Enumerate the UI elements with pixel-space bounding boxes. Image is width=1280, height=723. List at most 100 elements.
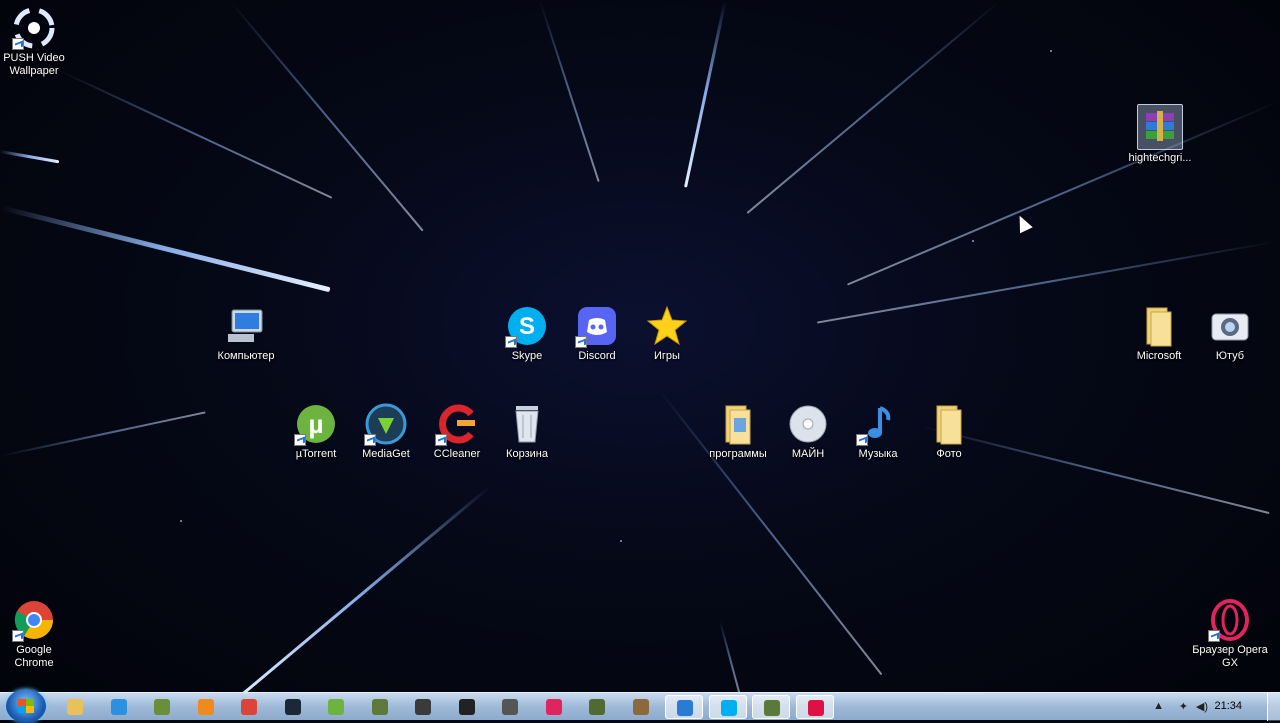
paint-icon	[807, 700, 824, 716]
taskbar-app-minecraft-4[interactable]	[622, 695, 660, 719]
tray-expand-icon[interactable]: ▲	[1153, 700, 1164, 712]
taskbar-app-minecraft-2[interactable]	[361, 695, 399, 719]
desktop-icon-opera-gx[interactable]: Браузер Opera GX	[1192, 598, 1268, 670]
recycle-bin-icon	[505, 402, 549, 446]
wallpaper-streak	[0, 150, 60, 164]
wallpaper-streak	[0, 205, 331, 293]
shortcut-arrow-icon	[294, 434, 306, 446]
folder-icon	[67, 699, 83, 715]
chrome-icon	[241, 699, 257, 715]
ccleaner-icon	[435, 402, 479, 446]
desktop-icon-hightechgrid[interactable]: hightechgri...	[1122, 104, 1198, 165]
cs-icon	[415, 699, 431, 715]
desktop-icon-label: МАЙН	[791, 448, 825, 460]
utorrent-icon: µ	[294, 402, 338, 446]
desktop-icon-label: программы	[709, 448, 767, 460]
desktop-icon-label: MediaGet	[362, 448, 410, 460]
folder-icon	[927, 402, 971, 446]
shortcut-arrow-icon	[575, 336, 587, 348]
desktop-icon-label: Ютуб	[1215, 350, 1245, 362]
desktop-icon-label: Google Chrome	[14, 644, 54, 669]
taskbar-app-minecraft[interactable]	[143, 695, 181, 719]
shortcut-arrow-icon	[856, 434, 868, 446]
wallpaper-star	[620, 540, 622, 542]
folder-icon	[716, 402, 760, 446]
desktop-icon-main[interactable]: МАЙН	[770, 402, 846, 461]
desktop-icon-label: Игры	[654, 350, 680, 362]
music-icon	[856, 402, 900, 446]
clock[interactable]: 21:34	[1214, 700, 1242, 712]
desktop-icon-google-chrome[interactable]: Google Chrome	[0, 598, 72, 670]
taskbar-app-steam[interactable]	[274, 695, 312, 719]
taskbar-app-media-player[interactable]	[187, 695, 225, 719]
desktop-icon-ccleaner[interactable]: CCleaner	[419, 402, 495, 461]
desktop-icon-mediaget[interactable]: MediaGet	[348, 402, 424, 461]
camera-icon	[1208, 304, 1252, 348]
desktop-icon-youtube[interactable]: Ютуб	[1192, 304, 1268, 363]
block-icon	[632, 699, 649, 715]
desktop-icon-label: µTorrent	[295, 448, 337, 460]
calculator-icon	[502, 699, 518, 715]
desktop-icon-utorrent[interactable]: µ µTorrent	[278, 402, 354, 461]
discord-icon	[575, 304, 619, 348]
desktop: PUSH Video Wallpaper hightechgri... Комп…	[0, 0, 1280, 692]
wallpaper-streak	[846, 100, 1280, 286]
desktop-icon-recycle-bin[interactable]: Корзина	[489, 402, 565, 461]
taskbar-app-internet-explorer[interactable]	[100, 695, 138, 719]
taskbar-app-chrome[interactable]	[230, 695, 268, 719]
taskbar-app-utorrent[interactable]	[317, 695, 355, 719]
wallpaper-star	[1050, 50, 1052, 52]
folder-icon	[1137, 304, 1181, 348]
mouse-cursor-icon	[1013, 212, 1033, 234]
shortcut-arrow-icon	[12, 630, 24, 642]
desktop-icon-skype[interactable]: S Skype	[489, 304, 565, 363]
mediaget-icon	[364, 402, 408, 446]
svg-text:µ: µ	[309, 409, 324, 439]
chess-icon	[458, 699, 475, 715]
taskbar-app-cs[interactable]	[404, 695, 442, 719]
shortcut-arrow-icon	[12, 38, 24, 50]
taskbar-app-app-blue[interactable]	[665, 695, 703, 719]
desktop-icon-push-video-wallpaper[interactable]: PUSH Video Wallpaper	[0, 6, 72, 78]
taskbar-app-skype[interactable]	[708, 695, 747, 719]
desktop-icon-computer[interactable]: Компьютер	[208, 304, 284, 363]
volume-icon[interactable]: ◀)	[1196, 700, 1208, 713]
desktop-icon-label: Компьютер	[217, 350, 275, 362]
show-desktop-button[interactable]	[1267, 693, 1280, 721]
taskbar-app-game[interactable]	[448, 695, 486, 719]
network-icon[interactable]: ✦	[1179, 700, 1188, 713]
push-video-icon	[12, 6, 56, 50]
taskbar-app-minecraft-3[interactable]	[578, 695, 616, 719]
wallpaper-streak	[746, 0, 1001, 214]
skype-icon: S	[505, 304, 549, 348]
desktop-icon-programs[interactable]: программы	[700, 402, 776, 461]
star-icon	[645, 304, 689, 348]
wallpaper-streak	[719, 620, 742, 692]
utorrent-icon	[328, 699, 344, 715]
windows-logo-icon	[18, 699, 34, 713]
taskbar-app-calculator[interactable]	[491, 695, 529, 719]
svg-text:S: S	[519, 313, 535, 340]
desktop-icon-discord[interactable]: Discord	[559, 304, 635, 363]
shortcut-arrow-icon	[364, 434, 376, 446]
desktop-icon-label: hightechgri...	[1128, 152, 1192, 164]
chrome-icon	[12, 598, 56, 642]
opera-icon	[1208, 598, 1252, 642]
taskbar-app-paint[interactable]	[795, 695, 834, 719]
desktop-icon-games[interactable]: Игры	[629, 304, 705, 363]
globe-icon	[677, 700, 693, 716]
wallpaper-star	[180, 520, 182, 522]
disc-icon	[786, 402, 830, 446]
taskbar-app-opera[interactable]	[535, 695, 573, 719]
desktop-icon-label: Microsoft	[1136, 350, 1182, 362]
desktop-icon-music[interactable]: Музыка	[840, 402, 916, 461]
taskbar-app-minecraft-5[interactable]	[752, 695, 790, 719]
skype-icon	[720, 700, 737, 716]
wallpaper-star	[972, 240, 974, 242]
taskbar-app-explorer[interactable]	[56, 695, 94, 719]
start-button[interactable]	[6, 689, 46, 723]
shortcut-arrow-icon	[1208, 630, 1220, 642]
desktop-icon-photo[interactable]: Фото	[911, 402, 987, 461]
wallpaper-streak	[684, 1, 727, 188]
desktop-icon-microsoft[interactable]: Microsoft	[1121, 304, 1197, 363]
